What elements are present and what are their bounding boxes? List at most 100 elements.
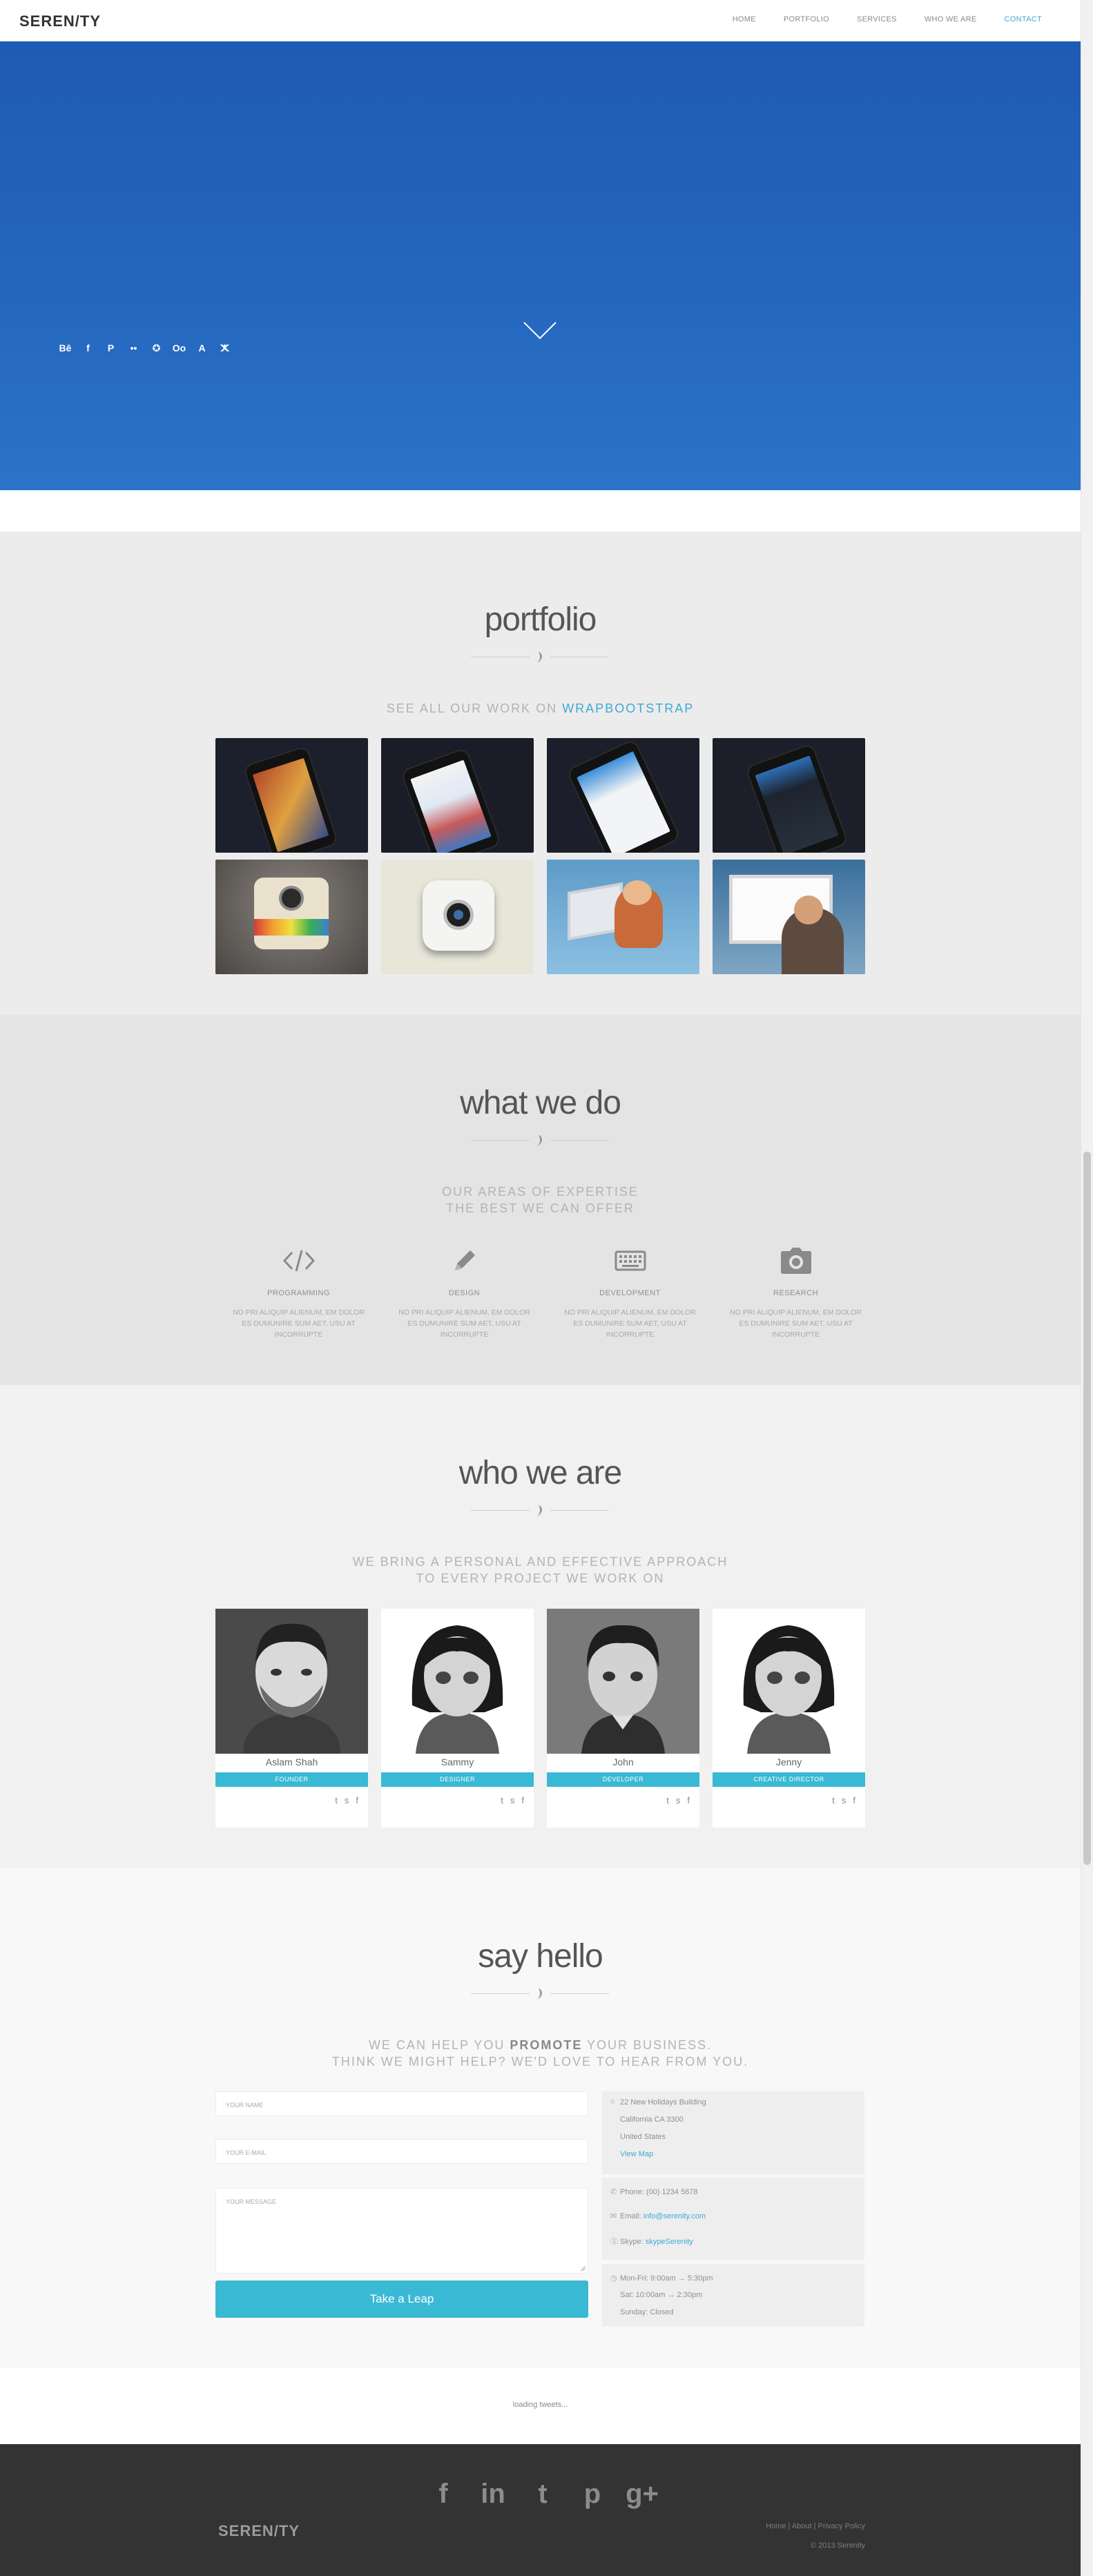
service-text: NO PRI ALIQUIP ALIENUM, EM DOLOR ES DUMU… bbox=[233, 1308, 365, 1339]
facebook-icon[interactable]: f bbox=[418, 2477, 468, 2510]
hero: Bē f P •• ✪ Oo A ⵅ bbox=[0, 41, 1081, 490]
contact-details-box: ✆ Phone: (00) 1234 5678 ✉ Email: info@sere… bbox=[602, 2178, 864, 2260]
footer-social-icons: f in t p g+ bbox=[418, 2477, 667, 2510]
portfolio-item[interactable] bbox=[713, 860, 865, 974]
section-title: what we do bbox=[460, 1085, 621, 1121]
facebook-icon[interactable]: f bbox=[356, 1795, 358, 1805]
message-textarea[interactable]: YOUR MESSAGE bbox=[215, 2188, 588, 2274]
google-plus-icon[interactable]: g+ bbox=[617, 2477, 667, 2510]
portfolio-item[interactable] bbox=[547, 738, 699, 853]
flickr-icon[interactable]: •• bbox=[122, 342, 145, 354]
member-social: tsf bbox=[501, 1795, 524, 1805]
lastfm-icon[interactable]: Oo bbox=[168, 342, 191, 354]
twitter-icon[interactable]: t bbox=[335, 1795, 338, 1805]
team-subtitle: WE BRING A PERSONAL AND EFFECTIVE APPROA… bbox=[352, 1555, 728, 1585]
service-name: DESIGN bbox=[448, 1289, 481, 1297]
name-input[interactable]: YOUR NAME bbox=[215, 2091, 588, 2116]
portfolio-item[interactable] bbox=[215, 738, 368, 853]
delicious-icon[interactable]: ⵅ bbox=[213, 342, 236, 354]
twitter-icon[interactable]: t bbox=[518, 2477, 568, 2510]
service-name: RESEARCH bbox=[773, 1289, 819, 1297]
hours-box: ◷ Mon-Fri: 9:00am → 5:30pm Sat: 10:00am →… bbox=[602, 2264, 864, 2326]
section-divider bbox=[471, 1134, 609, 1147]
dribbble-icon[interactable]: ✪ bbox=[145, 342, 168, 354]
skype-link[interactable]: skypeSerenity bbox=[646, 2238, 693, 2246]
skype-icon[interactable]: s bbox=[345, 1795, 349, 1805]
portfolio-item[interactable] bbox=[381, 738, 534, 853]
services-section: what we do OUR AREAS OF EXPERTISE THE BE… bbox=[0, 1015, 1081, 1385]
nav-contact[interactable]: CONTACT bbox=[1005, 15, 1042, 23]
tweets-loading-text: loading tweets... bbox=[512, 2401, 568, 2409]
pinterest-icon[interactable]: p bbox=[568, 2477, 617, 2510]
tweets-section: loading tweets... bbox=[0, 2368, 1081, 2444]
chevron-down-icon[interactable] bbox=[523, 321, 557, 340]
skype-icon: Ⓢ bbox=[610, 2238, 618, 2246]
facebook-icon[interactable]: f bbox=[687, 1795, 690, 1805]
portfolio-item[interactable] bbox=[381, 860, 534, 974]
hero-social-icons: Bē f P •• ✪ Oo A ⵅ bbox=[54, 342, 236, 354]
portfolio-item[interactable] bbox=[713, 738, 865, 853]
portfolio-item[interactable] bbox=[215, 860, 368, 974]
member-role: CREATIVE DIRECTOR bbox=[713, 1772, 865, 1787]
pinterest-icon[interactable]: P bbox=[99, 342, 122, 354]
facebook-icon[interactable]: f bbox=[77, 342, 99, 354]
skype-icon[interactable]: s bbox=[676, 1795, 681, 1805]
comma-icon bbox=[537, 652, 543, 663]
footer-logo[interactable]: SEREN/TY bbox=[218, 2522, 300, 2540]
member-social: tsf bbox=[666, 1795, 690, 1805]
skype-icon[interactable]: s bbox=[510, 1795, 515, 1805]
twitter-icon[interactable]: t bbox=[501, 1795, 503, 1805]
footer-links[interactable]: Home | About | Privacy Policy bbox=[766, 2522, 865, 2530]
service-text: NO PRI ALIQUIP ALIENUM, EM DOLOR ES DUMU… bbox=[398, 1308, 530, 1339]
email-link[interactable]: info@serenity.com bbox=[644, 2212, 706, 2220]
keyboard-icon bbox=[615, 1250, 646, 1271]
comma-icon bbox=[537, 1505, 543, 1516]
wrapbootstrap-link[interactable]: WRAPBOOTSTRAP bbox=[562, 701, 694, 715]
nav-portfolio[interactable]: PORTFOLIO bbox=[784, 15, 829, 23]
twitter-icon[interactable]: t bbox=[666, 1795, 669, 1805]
section-title: portfolio bbox=[484, 601, 597, 638]
linkedin-icon[interactable]: in bbox=[468, 2477, 518, 2510]
service-programming: PROGRAMMING NO PRI ALIQUIP ALIENUM, EM D… bbox=[222, 1245, 375, 1340]
member-name: Aslam Shah bbox=[265, 1756, 318, 1768]
footer: f in t p g+ SEREN/TY Home | About | Priv… bbox=[0, 2444, 1081, 2576]
logo[interactable]: SEREN/TY bbox=[19, 12, 101, 30]
twitter-icon[interactable]: t bbox=[832, 1795, 835, 1805]
contact-subtitle: WE CAN HELP YOU PROMOTE YOUR BUSINESS. T… bbox=[331, 2038, 749, 2069]
nav-services[interactable]: SERVICES bbox=[857, 15, 897, 23]
code-icon bbox=[282, 1250, 315, 1272]
service-text: NO PRI ALIQUIP ALIENUM, EM DOLOR ES DUMU… bbox=[564, 1308, 696, 1339]
section-title: say hello bbox=[478, 1938, 603, 1975]
avatar bbox=[547, 1609, 699, 1754]
resize-handle-icon[interactable] bbox=[579, 2265, 586, 2272]
member-role: FOUNDER bbox=[215, 1772, 368, 1787]
take-a-leap-button[interactable]: Take a Leap bbox=[215, 2280, 588, 2318]
camera-icon bbox=[780, 1248, 811, 1274]
page: SEREN/TY HOME PORTFOLIO SERVICES WHO WE … bbox=[0, 0, 1081, 2576]
envelope-icon: ✉ bbox=[610, 2212, 617, 2220]
member-name: Sammy bbox=[441, 1756, 474, 1768]
scrollbar-thumb[interactable] bbox=[1083, 1152, 1091, 1865]
scrollbar[interactable] bbox=[1081, 0, 1093, 2576]
member-name: Jenny bbox=[775, 1756, 802, 1768]
team-section: who we are WE BRING A PERSONAL AND EFFEC… bbox=[0, 1385, 1081, 1868]
team-card: Jenny CREATIVE DIRECTOR tsf bbox=[713, 1609, 865, 1828]
avatar bbox=[713, 1609, 865, 1754]
email-input[interactable]: YOUR E-MAIL bbox=[215, 2139, 588, 2164]
section-divider bbox=[471, 1987, 609, 2001]
nav-who-we-are[interactable]: WHO WE ARE bbox=[925, 15, 977, 23]
skype-icon[interactable]: s bbox=[842, 1795, 847, 1805]
nav-home[interactable]: HOME bbox=[733, 15, 756, 23]
forrst-icon[interactable]: A bbox=[191, 342, 213, 354]
view-map-link[interactable]: View Map bbox=[620, 2150, 653, 2158]
comma-icon bbox=[537, 1988, 543, 1999]
comma-icon bbox=[537, 1135, 543, 1146]
footer-copyright: © 2013 Serenity bbox=[810, 2541, 865, 2550]
facebook-icon[interactable]: f bbox=[521, 1795, 524, 1805]
behance-icon[interactable]: Bē bbox=[54, 342, 77, 354]
section-title: who we are bbox=[458, 1455, 622, 1491]
portfolio-item[interactable] bbox=[547, 860, 699, 974]
portfolio-subtitle: SEE ALL OUR WORK ON WRAPBOOTSTRAP bbox=[386, 701, 695, 715]
facebook-icon[interactable]: f bbox=[853, 1795, 855, 1805]
member-social: tsf bbox=[335, 1795, 358, 1805]
